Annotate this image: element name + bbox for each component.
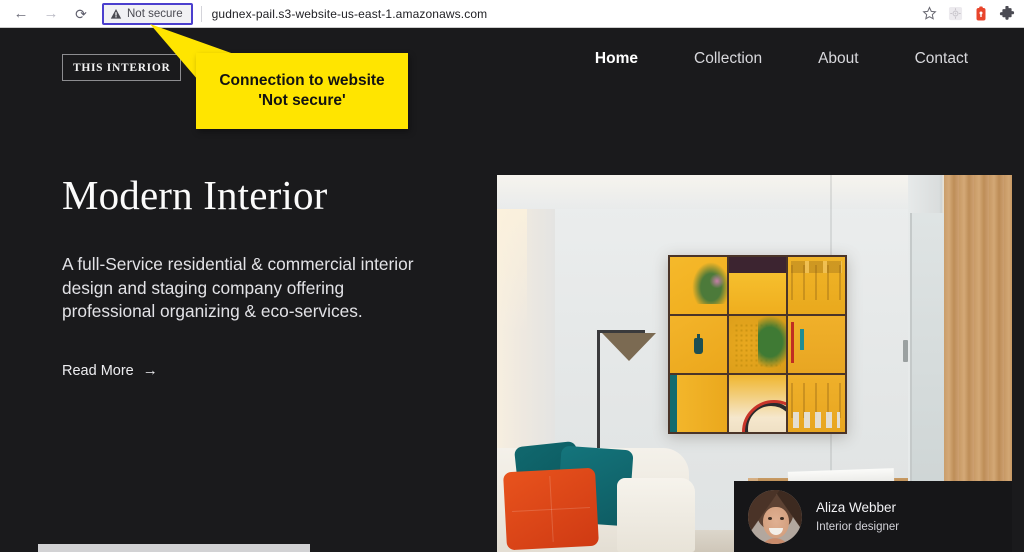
artwork-tile-1 xyxy=(670,257,727,314)
back-icon[interactable]: ← xyxy=(8,1,34,27)
artwork-tile-4 xyxy=(670,316,727,373)
arrow-right-icon: → xyxy=(142,362,158,380)
browser-toolbar: ← → ⟳ Not secure gudnex-pail.s3-website-… xyxy=(0,0,1024,28)
door-glass-panel xyxy=(910,213,944,513)
scrollbar-thumb[interactable] xyxy=(38,544,310,552)
puzzle-piece-icon[interactable] xyxy=(994,1,1020,27)
read-more-label: Read More xyxy=(62,362,134,379)
url-text[interactable]: gudnex-pail.s3-website-us-east-1.amazona… xyxy=(212,7,488,21)
security-label: Not secure xyxy=(127,7,183,20)
artwork-tile-5 xyxy=(729,316,786,373)
hero-description: A full-Service residential & commercial … xyxy=(62,254,414,322)
orange-pillow xyxy=(503,467,599,551)
designer-info: Aliza Webber Interior designer xyxy=(816,500,899,533)
lastpass-icon[interactable] xyxy=(968,1,994,27)
artwork-tile-3 xyxy=(788,257,845,314)
artwork-tile-6 xyxy=(788,316,845,373)
artwork-tile-2 xyxy=(729,257,786,314)
browser-window: ← → ⟳ Not secure gudnex-pail.s3-website-… xyxy=(0,0,1024,552)
star-icon[interactable] xyxy=(916,1,942,27)
hero-title: Modern Interior xyxy=(62,172,328,218)
site-security-badge[interactable]: Not secure xyxy=(102,2,193,25)
wall-artwork-grid xyxy=(668,255,847,434)
web-page: THIS INTERIOR Home Collection About Cont… xyxy=(0,28,1024,552)
door-handle-upper xyxy=(903,340,908,362)
avatar xyxy=(748,489,802,544)
sofa-armrest xyxy=(617,478,695,552)
forward-icon[interactable]: → xyxy=(38,1,64,27)
hero-section: Modern Interior A full-Service residenti… xyxy=(0,28,1024,552)
omnibox-divider xyxy=(200,5,202,22)
designer-card[interactable]: Aliza Webber Interior designer xyxy=(734,481,1012,552)
floor-lamp-shade xyxy=(602,333,656,361)
hero-text-block: Modern Interior A full-Service residenti… xyxy=(62,172,462,380)
address-bar[interactable]: Not secure gudnex-pail.s3-website-us-eas… xyxy=(102,2,910,25)
artwork-tile-7 xyxy=(670,375,727,432)
artwork-tile-9 xyxy=(788,375,845,432)
reload-icon[interactable]: ⟳ xyxy=(68,1,94,27)
artwork-tile-8 xyxy=(729,375,786,432)
warning-triangle-icon xyxy=(110,8,122,20)
designer-name: Aliza Webber xyxy=(816,500,897,515)
horizontal-scrollbar[interactable] xyxy=(0,543,1024,552)
toolbar-actions xyxy=(916,1,1024,27)
read-more-link[interactable]: Read More → xyxy=(62,362,158,380)
designer-role: Interior designer xyxy=(816,521,900,533)
settings-gear-icon[interactable] xyxy=(942,1,968,27)
